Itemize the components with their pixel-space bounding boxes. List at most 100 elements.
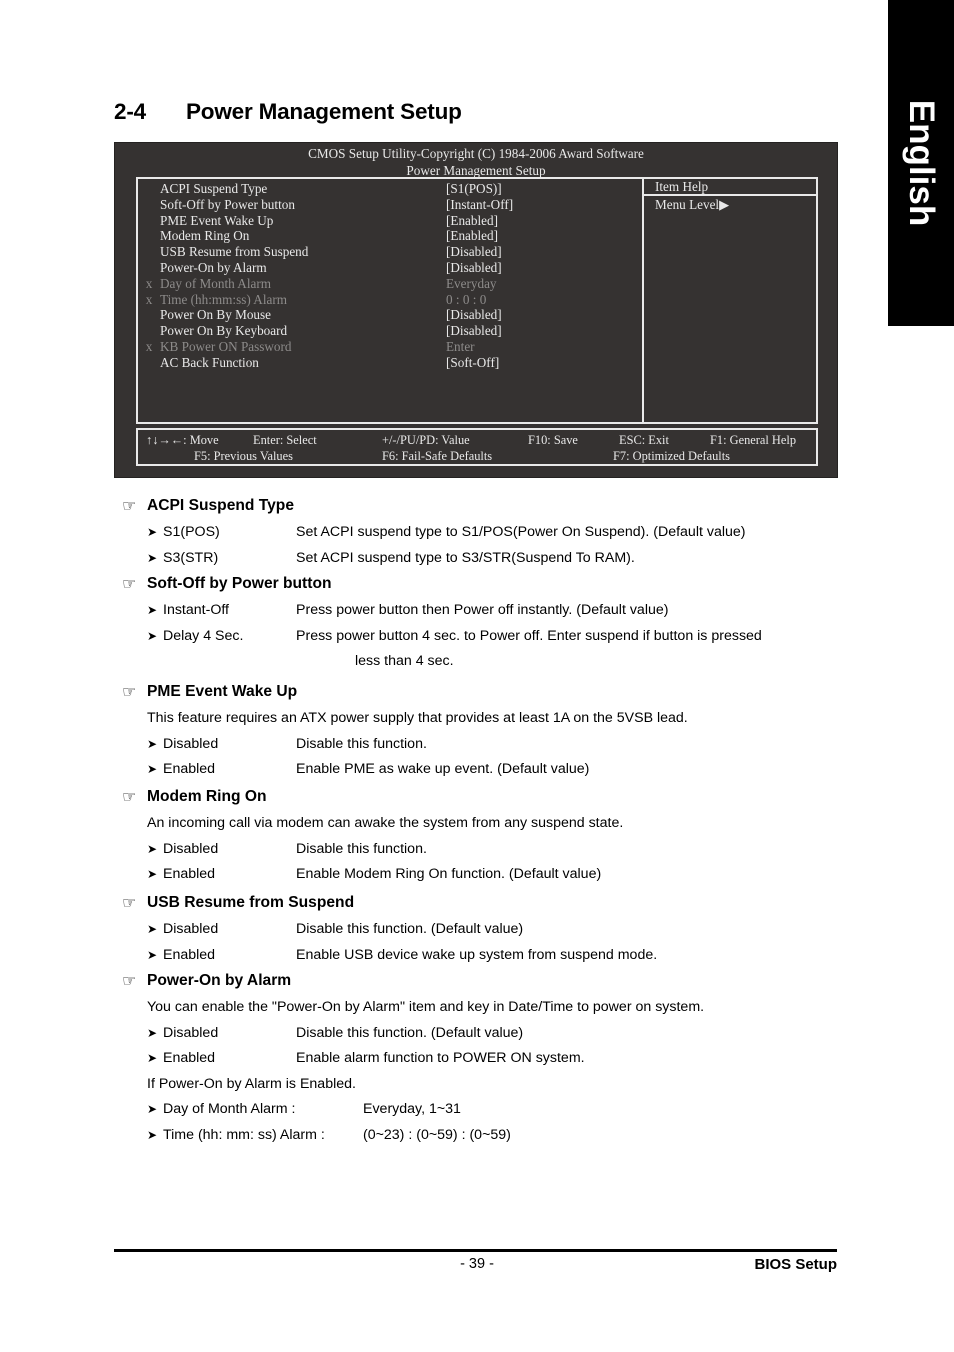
setting-option-description: Enable PME as wake up event. (Default va… <box>296 761 590 777</box>
page-title: 2-4 Power Management Setup <box>114 99 462 125</box>
bios-row-label: KB Power ON Password <box>160 338 292 354</box>
setting-option: ➤ S1(POS) Set ACPI suspend type to S1/POS(… <box>0 520 954 546</box>
bios-row-disabled-marker <box>138 323 160 339</box>
bios-key-hint: F6: Fail-Safe Defaults <box>382 449 493 463</box>
bios-row-disabled-marker <box>138 228 160 244</box>
chevron-right-icon: ▶ <box>719 197 730 212</box>
setting-section-heading: ☞ ACPI Suspend Type <box>0 495 954 520</box>
bios-row-value[interactable]: Everyday <box>446 276 642 292</box>
bios-row-label: Modem Ring On <box>160 228 250 244</box>
double-arrow-icon: ➤ <box>147 841 158 856</box>
setting-option: ➤ S3(STR) Set ACPI suspend type to S3/STR(… <box>0 546 954 572</box>
footer-divider <box>114 1249 837 1252</box>
bios-row-disabled-marker: x <box>145 338 153 354</box>
setting-option: ➤ Time (hh: mm: ss) Alarm : (0~23) : (0~59… <box>0 1123 954 1149</box>
bios-row-label: Time (hh:mm:ss) Alarm <box>160 291 287 307</box>
section-number: 2-4 <box>114 99 146 124</box>
bios-row-value[interactable]: [Enabled] <box>446 213 642 229</box>
bios-row-disabled-marker <box>138 213 160 229</box>
bios-setting-row[interactable]: Soft-Off by Power button [Instant-Off] <box>138 197 642 213</box>
bios-setting-row[interactable]: x Time (hh:mm:ss) Alarm 0 : 0 : 0 <box>138 292 642 308</box>
bios-row-value[interactable]: [Disabled] <box>446 307 642 323</box>
setting-option-label: Instant-Off <box>163 602 229 618</box>
bios-row-value[interactable]: 0 : 0 : 0 <box>446 292 642 308</box>
double-arrow-icon: ➤ <box>147 603 158 617</box>
double-arrow-icon: ➤ <box>147 736 158 751</box>
double-arrow-icon: ➤ <box>147 1127 158 1142</box>
bios-row-label: Power-On by Alarm <box>160 259 267 275</box>
setting-option: ➤ Disabled Disable this function. <box>0 837 954 863</box>
menu-level-label: Menu Level▶ <box>644 196 816 213</box>
setting-option-label: Disabled <box>163 921 219 937</box>
pointing-hand-icon: ☞ <box>122 787 137 806</box>
bios-row-value[interactable]: [Enabled] <box>446 228 642 244</box>
setting-option-label: Disabled <box>163 735 219 752</box>
setting-option-label: Enabled <box>163 761 216 777</box>
bios-key-hint: ESC: Exit <box>619 433 669 447</box>
bios-row-value[interactable]: [S1(POS)] <box>446 181 642 197</box>
bios-key-legend-line2: F5: Previous Values F6: Fail-Safe Default… <box>138 448 816 464</box>
double-arrow-icon: ➤ <box>147 922 158 936</box>
setting-option-description: Enable USB device wake up system from su… <box>296 946 658 963</box>
setting-option-label: Disabled <box>163 840 219 857</box>
setting-option: ➤ Enabled Enable Modem Ring On function. (… <box>0 862 954 888</box>
bios-key-hint: Enter: Select <box>253 433 317 447</box>
setting-option-description: Everyday, 1~31 <box>363 1101 461 1117</box>
bios-row-disabled-marker <box>138 244 160 260</box>
setting-section-title: ACPI Suspend Type <box>147 497 295 514</box>
setting-option: ➤ Day of Month Alarm : Everyday, 1~31 <box>0 1097 954 1123</box>
bios-key-legend: ↑↓→←: Move Enter: Select +/-/PU/PD: Value F… <box>136 428 818 466</box>
setting-section-heading: ☞ Soft-Off by Power button <box>0 573 954 598</box>
bios-setting-row[interactable]: Power-On by Alarm [Disabled] <box>138 260 642 276</box>
setting-option: ➤ Enabled Enable USB device wake up system… <box>0 943 954 969</box>
bios-setting-row[interactable]: x KB Power ON Password Enter <box>138 339 642 355</box>
bios-key-legend-line1: ↑↓→←: Move Enter: Select +/-/PU/PD: Value F… <box>138 432 816 448</box>
section-title: Power Management Setup <box>186 99 462 124</box>
setting-section-title: Modem Ring On <box>147 788 267 805</box>
setting-option: ➤ Enabled Enable PME as wake up event. (De… <box>0 757 954 783</box>
setting-option-description: Set ACPI suspend type to S1/POS(Power On… <box>296 524 746 540</box>
bios-setting-row[interactable]: x Day of Month Alarm Everyday <box>138 276 642 292</box>
setting-option-description: Disable this function. (Default value) <box>296 1024 524 1041</box>
bios-row-label: USB Resume from Suspend <box>160 244 309 260</box>
setting-option-label: Time (hh: mm: ss) Alarm : <box>163 1126 325 1143</box>
bios-setting-row[interactable]: ACPI Suspend Type [S1(POS)] <box>138 181 642 197</box>
bios-setting-row[interactable]: Power On By Keyboard [Disabled] <box>138 323 642 339</box>
page-root: English 2-4 Power Management Setup CMOS S… <box>0 0 954 1352</box>
bios-setting-row[interactable]: AC Back Function [Soft-Off] <box>138 355 642 371</box>
bios-setting-row[interactable]: Power On By Mouse [Disabled] <box>138 307 642 323</box>
setting-option-description: Press power button then Power off instan… <box>296 602 669 618</box>
setting-section: ☞ PME Event Wake Up This feature requires … <box>0 681 954 783</box>
pointing-hand-icon: ☞ <box>122 971 137 990</box>
bios-setting-row[interactable]: USB Resume from Suspend [Disabled] <box>138 244 642 260</box>
bios-row-value[interactable]: Enter <box>446 339 642 355</box>
setting-section-title: USB Resume from Suspend <box>147 894 355 911</box>
bios-row-value[interactable]: [Disabled] <box>446 260 642 276</box>
bios-row-value[interactable]: [Soft-Off] <box>446 355 642 371</box>
setting-option-label: S3(STR) <box>163 549 219 566</box>
setting-option-label: Enabled <box>163 866 216 882</box>
double-arrow-icon: ➤ <box>147 1025 158 1040</box>
footer-chapter-label: BIOS Setup <box>754 1256 837 1273</box>
bios-row-value[interactable]: [Disabled] <box>446 244 642 260</box>
double-arrow-icon: ➤ <box>147 525 158 539</box>
setting-description: An incoming call via modem can awake the… <box>147 815 624 831</box>
setting-option-label: Enabled <box>163 1050 216 1066</box>
setting-option: ➤ Disabled Disable this function. (Default… <box>0 917 954 943</box>
bios-main-panel: ACPI Suspend Type [S1(POS)] Soft-Off by Po… <box>136 177 818 424</box>
double-arrow-icon: ➤ <box>147 1102 158 1116</box>
bios-row-label: PME Event Wake Up <box>160 212 274 228</box>
double-arrow-icon: ➤ <box>147 762 158 776</box>
bios-row-value[interactable]: [Instant-Off] <box>446 197 642 213</box>
bios-setting-row[interactable]: PME Event Wake Up [Enabled] <box>138 213 642 229</box>
bios-row-value[interactable]: [Disabled] <box>446 323 642 339</box>
setting-section: ☞ Soft-Off by Power button ➤ Instant-Off Pre… <box>0 573 954 675</box>
setting-option-label: Enabled <box>163 946 216 963</box>
setting-description: This feature requires an ATX power suppl… <box>147 710 688 726</box>
bios-key-hint: F1: General Help <box>710 433 797 447</box>
bios-row-disabled-marker: x <box>145 291 153 307</box>
bios-setting-row[interactable]: Modem Ring On [Enabled] <box>138 228 642 244</box>
bios-row-disabled-marker <box>138 307 160 323</box>
pointing-hand-icon: ☞ <box>122 893 137 912</box>
setting-section-heading: ☞ Power-On by Alarm <box>0 970 954 995</box>
